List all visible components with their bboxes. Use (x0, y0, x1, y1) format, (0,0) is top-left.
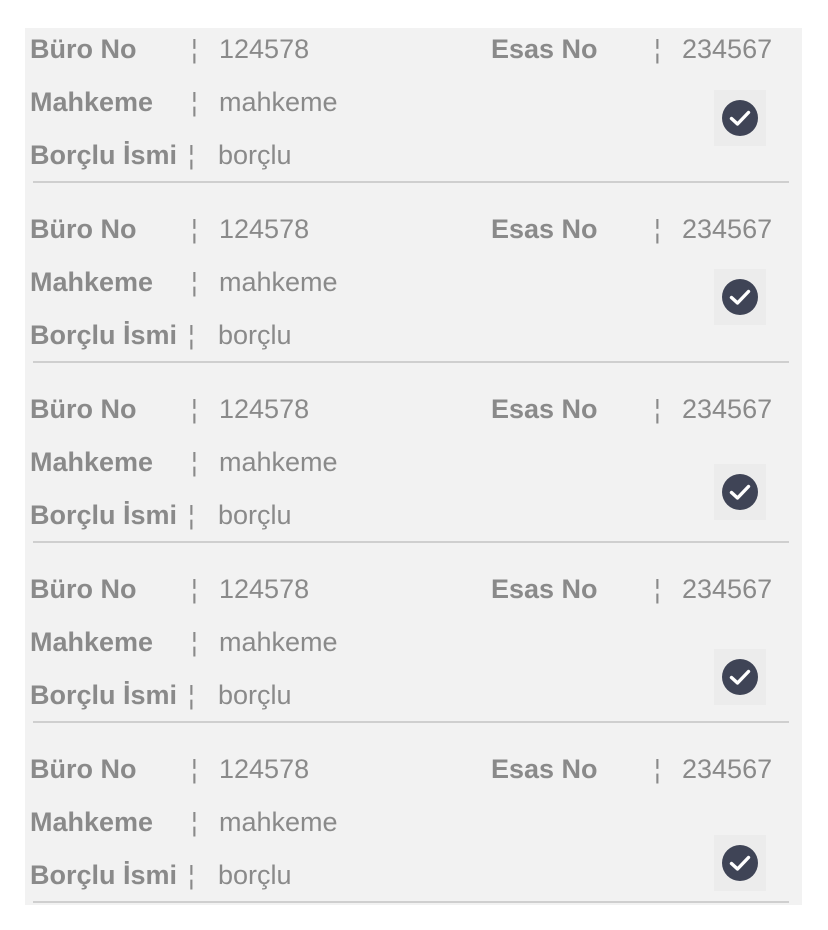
separator: ¦ (188, 320, 195, 350)
check-circle-icon (722, 659, 758, 695)
divider (33, 361, 789, 363)
esas-no-label: Esas No (491, 574, 598, 604)
mahkeme-label: Mahkeme (30, 807, 154, 837)
separator: ¦ (188, 140, 195, 170)
buro-no-value: 124578 (219, 574, 310, 604)
buro-no-label: Büro No (30, 394, 137, 424)
borclu-ismi-value: borçlu (218, 680, 292, 710)
record-item: Büro No ¦ 124578 Esas No ¦ 234567 Mahkem… (25, 568, 802, 748)
esas-no-value: 234567 (682, 754, 773, 784)
mahkeme-value: mahkeme (219, 267, 338, 297)
separator: ¦ (191, 574, 198, 604)
separator: ¦ (654, 754, 661, 784)
select-checkbox[interactable] (714, 464, 766, 520)
record-item: Büro No ¦ 124578 Esas No ¦ 234567 Mahkem… (25, 748, 802, 928)
esas-no-value: 234567 (682, 34, 773, 64)
check-circle-icon (722, 100, 758, 136)
buro-no-value: 124578 (219, 394, 310, 424)
separator: ¦ (191, 34, 198, 64)
esas-no-label: Esas No (491, 754, 598, 784)
borclu-ismi-value: borçlu (218, 500, 292, 530)
esas-no-value: 234567 (682, 214, 773, 244)
record-item: Büro No ¦ 124578 Esas No ¦ 234567 Mahkem… (25, 208, 802, 388)
divider (33, 181, 789, 183)
separator: ¦ (191, 807, 198, 837)
separator: ¦ (654, 214, 661, 244)
borclu-ismi-value: borçlu (218, 860, 292, 890)
separator: ¦ (191, 627, 198, 657)
mahkeme-label: Mahkeme (30, 627, 154, 657)
check-circle-icon (722, 279, 758, 315)
separator: ¦ (188, 500, 195, 530)
esas-no-label: Esas No (491, 214, 598, 244)
esas-no-label: Esas No (491, 34, 598, 64)
divider (33, 901, 789, 903)
buro-no-value: 124578 (219, 754, 310, 784)
mahkeme-value: mahkeme (219, 87, 338, 117)
separator: ¦ (191, 394, 198, 424)
borclu-ismi-label: Borçlu İsmi (30, 680, 178, 710)
borclu-ismi-value: borçlu (218, 140, 292, 170)
record-item: Büro No ¦ 124578 Esas No ¦ 234567 Mahkem… (25, 28, 802, 208)
record-list: Büro No ¦ 124578 Esas No ¦ 234567 Mahkem… (25, 28, 802, 905)
divider (33, 721, 789, 723)
esas-no-value: 234567 (682, 394, 773, 424)
borclu-ismi-label: Borçlu İsmi (30, 500, 178, 530)
mahkeme-value: mahkeme (219, 627, 338, 657)
borclu-ismi-label: Borçlu İsmi (30, 140, 178, 170)
separator: ¦ (191, 267, 198, 297)
mahkeme-value: mahkeme (219, 807, 338, 837)
buro-no-label: Büro No (30, 34, 137, 64)
buro-no-label: Büro No (30, 574, 137, 604)
mahkeme-label: Mahkeme (30, 447, 154, 477)
esas-no-value: 234567 (682, 574, 773, 604)
separator: ¦ (191, 214, 198, 244)
check-circle-icon (722, 845, 758, 881)
select-checkbox[interactable] (714, 649, 766, 705)
select-checkbox[interactable] (714, 269, 766, 325)
buro-no-label: Büro No (30, 754, 137, 784)
separator: ¦ (188, 860, 195, 890)
separator: ¦ (188, 680, 195, 710)
buro-no-value: 124578 (219, 34, 310, 64)
borclu-ismi-label: Borçlu İsmi (30, 320, 178, 350)
mahkeme-label: Mahkeme (30, 267, 154, 297)
mahkeme-value: mahkeme (219, 447, 338, 477)
buro-no-value: 124578 (219, 214, 310, 244)
record-item: Büro No ¦ 124578 Esas No ¦ 234567 Mahkem… (25, 388, 802, 568)
separator: ¦ (191, 754, 198, 784)
separator: ¦ (654, 34, 661, 64)
mahkeme-label: Mahkeme (30, 87, 154, 117)
select-checkbox[interactable] (714, 835, 766, 891)
borclu-ismi-value: borçlu (218, 320, 292, 350)
separator: ¦ (654, 394, 661, 424)
check-circle-icon (722, 474, 758, 510)
select-checkbox[interactable] (714, 90, 766, 146)
separator: ¦ (191, 87, 198, 117)
esas-no-label: Esas No (491, 394, 598, 424)
separator: ¦ (191, 447, 198, 477)
borclu-ismi-label: Borçlu İsmi (30, 860, 178, 890)
divider (33, 541, 789, 543)
buro-no-label: Büro No (30, 214, 137, 244)
separator: ¦ (654, 574, 661, 604)
